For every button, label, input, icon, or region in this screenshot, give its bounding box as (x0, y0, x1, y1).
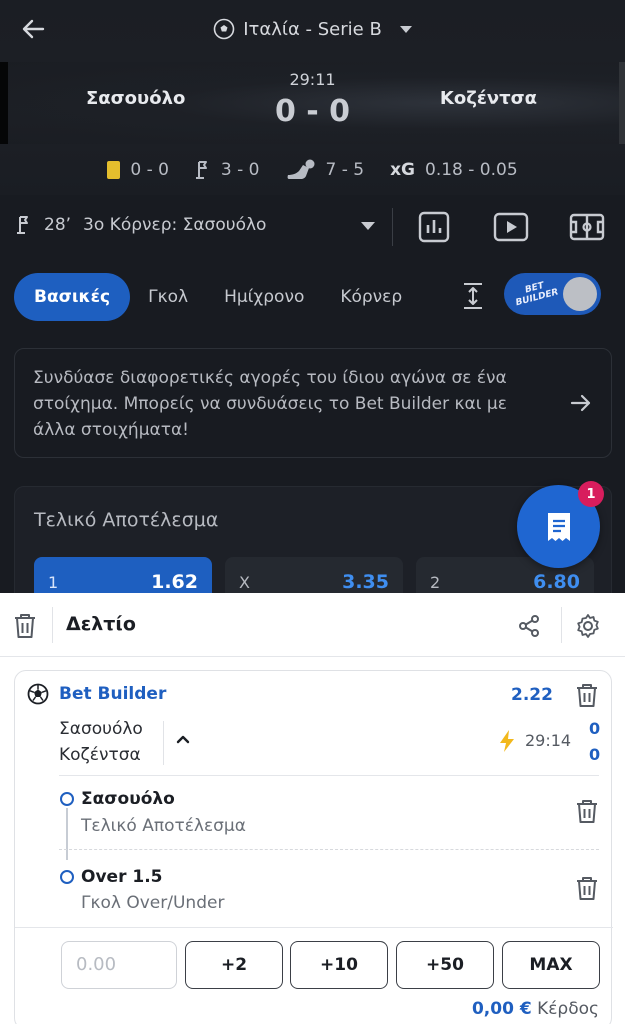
leg-pick: Σασουόλο (81, 789, 175, 809)
slip-home-score: 0 (589, 719, 601, 738)
yellow-card-icon (107, 161, 121, 179)
corners-stat: 3 - 0 (195, 160, 260, 180)
info-text: Συνδύασε διαφορετικές αγορές του ίδιου α… (33, 368, 507, 440)
away-team-name: Κοζέντσα (439, 88, 537, 109)
slip-home-team: Σασουόλο (59, 719, 143, 739)
match-clock: 29:11 (289, 70, 336, 89)
potential-profit: 0,00 € Κέρδος (472, 999, 599, 1019)
market-tabs: Βασικές Γκολ Ημίχρονο Κόρνερ (14, 272, 420, 322)
leg-bullet (60, 870, 74, 884)
odd-button-draw[interactable]: X 3.35 (225, 557, 403, 593)
video-play-icon[interactable] (492, 208, 530, 246)
league-name: Ιταλία - Serie B (243, 18, 382, 40)
stats-chart-icon[interactable] (415, 208, 453, 246)
bet-builder-heading: Bet Builder (27, 683, 166, 705)
odd-label: X (239, 573, 250, 592)
bet-builder-selection-card: Bet Builder 2.22 Σασουόλο Κοζέντσα 29:14… (14, 670, 613, 1024)
arrow-right-icon[interactable] (569, 391, 593, 415)
leg-market: Τελικό Αποτέλεσμα (81, 816, 246, 836)
divider (59, 849, 599, 850)
shots-stat: 7 - 5 (286, 159, 365, 181)
divider (163, 721, 164, 765)
toggle-knob (563, 277, 597, 311)
corner-flag-icon (195, 161, 207, 179)
odd-value: 1.62 (151, 571, 198, 593)
divider (59, 775, 599, 776)
tab-goals[interactable]: Γκολ (130, 273, 206, 321)
league-selector[interactable]: Ιταλία - Serie B (0, 14, 625, 44)
corners-value: 3 - 0 (220, 160, 260, 180)
latest-event-bar[interactable]: 28’ 3ο Κόρνερ: Σασουόλο (0, 205, 625, 249)
profit-label: Κέρδος (537, 999, 599, 1019)
match-stats: 0 - 0 3 - 0 7 - 5 xG 0.18 - 0.05 (0, 155, 625, 185)
event-minute: 28’ (44, 215, 72, 235)
divider (561, 607, 562, 643)
event-text: 3ο Κόρνερ: Σασουόλο (83, 215, 267, 235)
receipt-icon (548, 513, 570, 541)
shot-boot-icon (287, 159, 314, 179)
odd-label: 1 (48, 573, 59, 592)
betslip-title: Δελτίο (66, 613, 136, 635)
trash-icon[interactable] (575, 683, 599, 709)
trash-icon[interactable] (12, 612, 38, 640)
total-odds: 2.22 (511, 685, 553, 705)
chevron-down-icon[interactable] (361, 222, 375, 230)
leg-connector (66, 808, 68, 860)
betslip-panel: Δελτίο Bet Builder 2.22 Σασουόλο Κοζέντσ… (0, 593, 625, 1024)
bet-builder-toggle-label: BET BUILDER (514, 280, 560, 309)
odd-value: 3.35 (342, 571, 389, 593)
tab-corners[interactable]: Κόρνερ (322, 273, 420, 321)
gear-icon[interactable] (574, 612, 602, 640)
bet-builder-toggle[interactable]: BET BUILDER (504, 273, 601, 315)
bet-builder-label: Bet Builder (59, 684, 167, 704)
max-stake-button[interactable]: MAX (502, 941, 600, 989)
cards-value: 0 - 0 (130, 160, 169, 180)
slip-away-score: 0 (589, 745, 601, 764)
shots-value: 7 - 5 (325, 160, 365, 180)
chevron-down-icon (399, 25, 412, 33)
leg-market: Γκολ Over/Under (81, 893, 225, 913)
odd-button-home[interactable]: 1 1.62 (34, 557, 212, 593)
tab-half-time[interactable]: Ημίχρονο (206, 273, 322, 321)
market-title: Τελικό Αποτέλεσμα (34, 509, 219, 531)
divider (15, 927, 613, 928)
cards-stat: 0 - 0 (107, 160, 169, 180)
tab-basic[interactable]: Βασικές (14, 273, 131, 321)
odd-value: 6.80 (533, 571, 580, 593)
expand-collapse-icon[interactable] (460, 281, 486, 311)
xg-value: 0.18 - 0.05 (425, 160, 518, 180)
divider (52, 607, 53, 643)
match-view: Ιταλία - Serie B Σασουόλο 29:11 0 - 0 Κο… (0, 0, 625, 593)
slip-live-time: 29:14 (525, 731, 572, 750)
bet-builder-info-card[interactable]: Συνδύασε διαφορετικές αγορές του ίδιου α… (14, 348, 612, 458)
corner-flag-icon (17, 216, 28, 234)
betslip-count-badge: 1 (578, 481, 604, 507)
latest-event: 28’ 3ο Κόρνερ: Σασουόλο (16, 215, 266, 235)
profit-value: 0,00 € (471, 999, 532, 1019)
soccer-ball-icon (213, 18, 235, 40)
xg-stat: xG 0.18 - 0.05 (390, 160, 518, 180)
betslip-header: Δελτίο (0, 593, 625, 657)
divider (392, 208, 393, 246)
chevron-up-icon[interactable] (175, 731, 191, 747)
quick-stake-10-button[interactable]: +10 (290, 941, 388, 989)
odd-label: 2 (430, 573, 441, 592)
trash-icon[interactable] (575, 876, 599, 902)
leg-pick: Over 1.5 (81, 867, 163, 887)
pitch-field-icon[interactable] (568, 208, 606, 246)
leg-bullet (60, 792, 74, 806)
match-header: Ιταλία - Serie B Σασουόλο 29:11 0 - 0 Κο… (0, 0, 625, 195)
slip-away-team: Κοζέντσα (59, 745, 141, 765)
stake-input[interactable]: 0.00 (61, 941, 177, 989)
soccer-ball-icon (27, 683, 49, 705)
xg-label: xG (390, 160, 415, 180)
quick-stake-50-button[interactable]: +50 (396, 941, 494, 989)
quick-stake-2-button[interactable]: +2 (185, 941, 283, 989)
share-icon[interactable] (516, 613, 542, 639)
trash-icon[interactable] (575, 799, 599, 825)
lightning-bolt-icon (500, 730, 514, 752)
